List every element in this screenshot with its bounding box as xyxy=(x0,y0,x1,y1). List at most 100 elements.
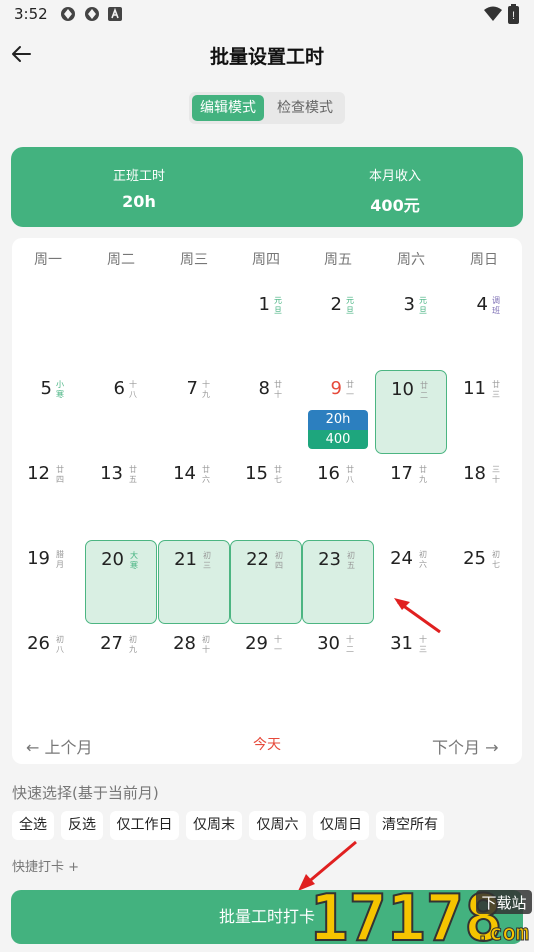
day-number: 11 xyxy=(463,378,486,399)
regular-hours-value: 20h xyxy=(122,192,156,211)
watermark-graphic: 17178 下载站 .com xyxy=(309,881,532,952)
quick-chip[interactable]: 仅周日 xyxy=(313,811,369,840)
day-cell-1[interactable]: 1元旦 xyxy=(230,286,302,370)
lunar-label: 廿七 xyxy=(274,465,282,484)
lunar-label: 初十 xyxy=(202,635,210,654)
lunar-label: 廿九 xyxy=(419,465,427,484)
day-cell-3[interactable]: 3元旦 xyxy=(375,286,447,370)
monthly-income-label: 本月收入 xyxy=(368,169,421,184)
regular-hours-summary: 正班工时 20h xyxy=(11,147,267,211)
keyboard-notification-icon xyxy=(108,7,122,21)
lunar-label: 初九 xyxy=(129,635,137,654)
day-number: 12 xyxy=(27,463,50,484)
quick-chip[interactable]: 全选 xyxy=(12,811,54,840)
lunar-label: 调班 xyxy=(492,296,500,315)
day-cell-20[interactable]: 20 大寒 xyxy=(85,540,157,624)
edit-mode-tab[interactable]: 编辑模式 xyxy=(192,95,264,121)
weekday-label: 周一 xyxy=(34,252,62,268)
lunar-label: 大寒 xyxy=(130,551,138,570)
day-cell-9[interactable]: 9 廿一 20h 400 xyxy=(302,370,374,454)
monthly-income-summary: 本月收入 400元 xyxy=(267,147,523,216)
day-number: 18 xyxy=(463,463,486,484)
day-number: 8 xyxy=(258,378,270,399)
back-arrow-icon[interactable] xyxy=(10,44,32,64)
day-cell-6[interactable]: 6十八 xyxy=(85,370,157,454)
day-cell-19[interactable]: 19 腊月 xyxy=(12,540,84,624)
lunar-label: 元旦 xyxy=(419,296,427,315)
day-number: 1 xyxy=(258,294,270,315)
app-notification-icon xyxy=(85,7,99,21)
day-cell-27[interactable]: 27 初九 xyxy=(85,625,157,709)
weekday-label: 周日 xyxy=(470,252,498,268)
lunar-label: 元旦 xyxy=(274,296,282,315)
day-income-tag: 400 xyxy=(308,430,368,449)
day-number: 20 xyxy=(101,549,124,570)
day-cell-7[interactable]: 7十九 xyxy=(158,370,230,454)
quick-select-title: 快速选择(基于当前月) xyxy=(12,784,159,802)
day-cell-21[interactable]: 21 初三 xyxy=(158,540,230,624)
day-number: 30 xyxy=(317,633,340,654)
lunar-label: 十二 xyxy=(346,635,354,654)
lunar-label: 初五 xyxy=(347,551,355,570)
lunar-label: 初三 xyxy=(203,551,211,570)
day-cell-18[interactable]: 18 三十 xyxy=(448,455,520,539)
day-cell-23[interactable]: 23 初五 xyxy=(302,540,374,624)
day-cell-10[interactable]: 10 廿二 xyxy=(375,370,447,454)
day-cell-14[interactable]: 14 廿六 xyxy=(158,455,230,539)
day-cell-22[interactable]: 22 初四 xyxy=(230,540,302,624)
day-number: 22 xyxy=(246,549,269,570)
lunar-label: 廿三 xyxy=(492,380,500,399)
summary-card: 正班工时 20h 本月收入 400元 xyxy=(11,147,523,227)
quick-chip[interactable]: 仅周六 xyxy=(249,811,306,840)
quick-chip[interactable]: 仅周末 xyxy=(186,811,242,840)
page-title: 批量设置工时 xyxy=(209,46,324,68)
day-number: 27 xyxy=(100,633,123,654)
annotation-arrow-icon xyxy=(394,598,441,634)
quick-chip[interactable]: 清空所有 xyxy=(376,811,444,840)
day-number: 16 xyxy=(317,463,340,484)
day-cell-30[interactable]: 30 十二 xyxy=(302,625,374,709)
day-cell-2[interactable]: 2元旦 xyxy=(302,286,374,370)
day-cell-11[interactable]: 11 廿三 xyxy=(448,370,520,454)
quick-punch-toggle[interactable]: 快捷打卡 + xyxy=(12,856,79,875)
lunar-label: 三十 xyxy=(492,465,500,484)
day-cell-12[interactable]: 12 廿四 xyxy=(12,455,84,539)
day-cell-4[interactable]: 4调班 xyxy=(448,286,520,370)
weekday-label: 周六 xyxy=(397,252,425,268)
day-number: 3 xyxy=(403,294,415,315)
day-cell-13[interactable]: 13 廿五 xyxy=(85,455,157,539)
day-number: 10 xyxy=(391,379,414,400)
day-number: 5 xyxy=(40,378,52,399)
check-mode-tab[interactable]: 检查模式 xyxy=(268,95,342,121)
app-notification-icon xyxy=(61,7,75,21)
watermark-logo: 17178 下载站 .com xyxy=(306,880,534,952)
day-number: 19 xyxy=(27,548,50,569)
next-month-button[interactable]: 下个月 → xyxy=(432,734,499,758)
regular-hours-label: 正班工时 xyxy=(112,169,165,184)
day-cell-25[interactable]: 25 初七 xyxy=(448,540,520,624)
watermark-suffix: .com xyxy=(476,921,529,946)
day-cell-16[interactable]: 16 廿八 xyxy=(302,455,374,539)
right-arrow-icon: → xyxy=(485,738,499,757)
day-cell-17[interactable]: 17 廿九 xyxy=(375,455,447,539)
day-cell-5[interactable]: 5小寒 xyxy=(12,370,84,454)
weekday-label: 周四 xyxy=(252,252,280,268)
day-number: 17 xyxy=(390,463,413,484)
day-cell-28[interactable]: 28 初十 xyxy=(158,625,230,709)
day-number: 13 xyxy=(100,463,123,484)
quick-chip[interactable]: 反选 xyxy=(61,811,103,840)
day-cell-8[interactable]: 8廿十 xyxy=(230,370,302,454)
day-number: 29 xyxy=(245,633,268,654)
day-cell-29[interactable]: 29 十一 xyxy=(230,625,302,709)
lunar-label: 十九 xyxy=(202,380,210,399)
weekday-label: 周二 xyxy=(107,252,135,268)
quick-chip[interactable]: 仅工作日 xyxy=(110,811,179,840)
day-number: 15 xyxy=(245,463,268,484)
weekday-label: 周五 xyxy=(324,252,352,268)
wifi-icon xyxy=(484,6,502,21)
lunar-label: 廿二 xyxy=(420,381,428,400)
lunar-label: 腊月 xyxy=(56,550,64,569)
day-cell-15[interactable]: 15 廿七 xyxy=(230,455,302,539)
day-cell-26[interactable]: 26 初八 xyxy=(12,625,84,709)
lunar-label: 初四 xyxy=(275,551,283,570)
